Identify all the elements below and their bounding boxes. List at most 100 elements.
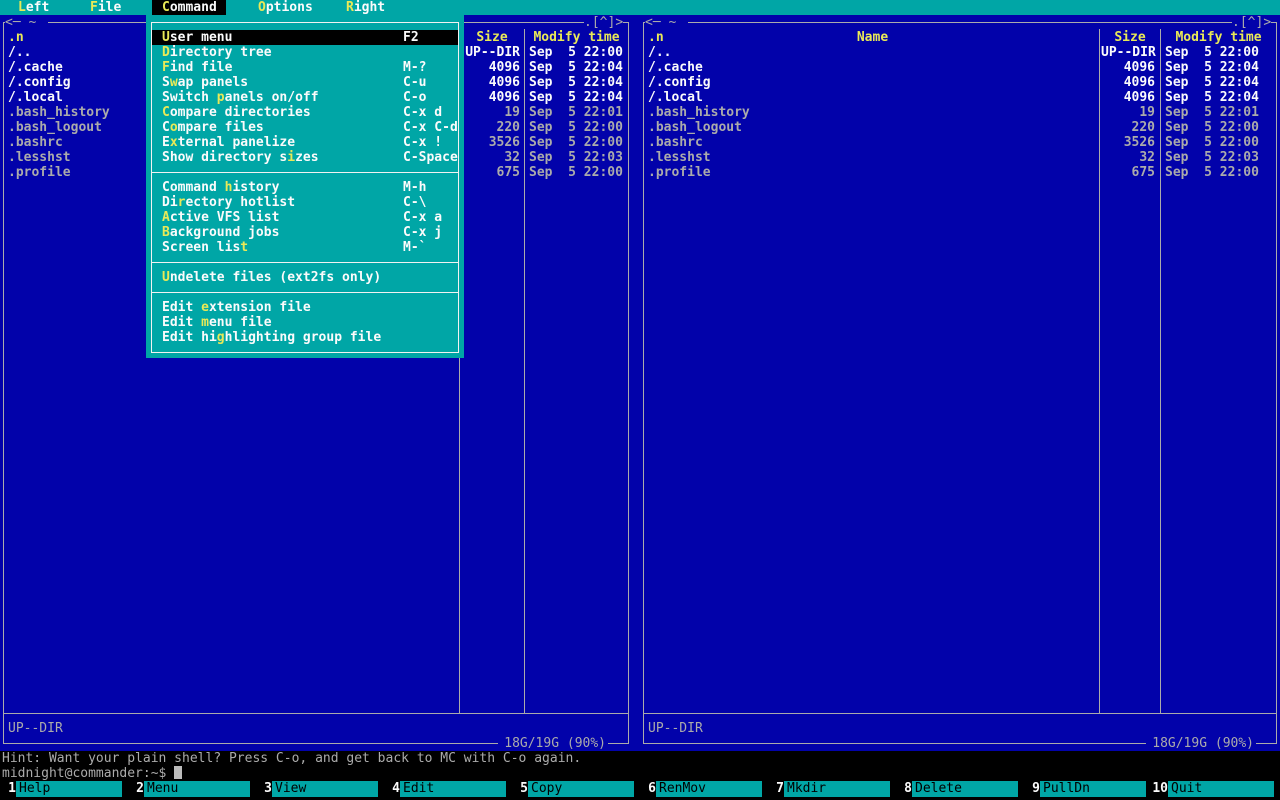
menubar-item-command[interactable]: Command xyxy=(162,0,217,15)
file-size: 32 xyxy=(1139,150,1155,165)
file-row-mtime: Sep 5 22:00 xyxy=(529,120,623,135)
menu-item-show-directory-sizes[interactable]: Show directory sizes xyxy=(162,150,319,165)
column-separator-size-mtime xyxy=(1160,29,1161,713)
file-size: UP--DIR xyxy=(1101,45,1156,60)
panel-mini-status: UP--DIR xyxy=(648,721,703,736)
panel-ministatus-separator xyxy=(644,713,1276,714)
column-header-size[interactable]: Size xyxy=(1100,30,1160,45)
menu-item-directory-hotlist[interactable]: Directory hotlist xyxy=(162,195,295,210)
file-name: .bash_logout xyxy=(648,120,742,135)
menu-shortcut-text: C-x d xyxy=(403,105,443,120)
menu-item-edit-menu-file[interactable]: Edit menu file xyxy=(162,315,272,330)
file-row-size: 4096 xyxy=(461,60,520,75)
file-row-name[interactable]: .bash_history xyxy=(648,105,1097,120)
file-mtime: Sep 5 22:00 xyxy=(529,120,623,135)
menubar-item-post: ile xyxy=(97,0,122,15)
menu-item-user-menu[interactable]: User menu xyxy=(162,30,232,45)
file-row-name[interactable]: .bashrc xyxy=(648,135,1097,150)
file-name: .lesshst xyxy=(8,150,71,165)
panel-path-area: <─ ~ xyxy=(5,15,49,30)
history-back-arrow-icon[interactable]: <─ xyxy=(5,15,28,30)
file-row-mtime: Sep 5 22:00 xyxy=(529,165,623,180)
right-file-panel: <─ ~ .[^]> .n Name Size Modify time/.. UP--DI… xyxy=(640,15,1280,751)
function-key-bar: 1 Help 2 Menu 3 View 4 Edit 5 Copy 6 RenMov 7 Mkdir 8 D… xyxy=(0,781,1280,797)
column-header-size[interactable]: Size xyxy=(460,30,524,45)
history-forward-arrow-icon[interactable]: > xyxy=(615,15,623,30)
fkey-button-delete[interactable]: Delete xyxy=(912,781,1018,797)
file-row-name[interactable]: /.config xyxy=(648,75,1097,90)
menu-item-command-history[interactable]: Command history xyxy=(162,180,279,195)
file-row-mtime: Sep 5 22:04 xyxy=(1165,90,1259,105)
menu-item-external-panelize[interactable]: External panelize xyxy=(162,135,295,150)
column-header-mtime[interactable]: Modify time xyxy=(1161,30,1276,45)
menu-item-post: ap panels xyxy=(177,75,249,90)
menu-item-post: ompare directories xyxy=(169,105,311,120)
menu-item-edit-extension-file[interactable]: Edit extension file xyxy=(162,300,311,315)
menu-item-post: irectory tree xyxy=(169,45,272,60)
menu-item-compare-files[interactable]: Compare files xyxy=(162,120,264,135)
menu-item-post: mpare files xyxy=(177,120,264,135)
up-directory-button[interactable]: [^] xyxy=(1240,15,1263,30)
menu-item-hotkey: U xyxy=(162,30,170,45)
file-row-mtime: Sep 5 22:00 xyxy=(1165,45,1259,60)
menu-item-swap-panels[interactable]: Swap panels xyxy=(162,75,248,90)
fkey-number-text: 10 xyxy=(1152,781,1168,796)
file-row-size: UP--DIR xyxy=(1101,45,1156,60)
menu-item-hotkey: o xyxy=(169,120,178,135)
file-row-name[interactable]: /.cache xyxy=(648,60,1097,75)
panel-corner-controls: .[^]> xyxy=(1232,15,1272,30)
history-back-arrow-icon[interactable]: <─ xyxy=(645,15,668,30)
column-header-mtime[interactable]: Modify time xyxy=(525,30,628,45)
menu-item-hotkey: x xyxy=(169,135,178,150)
menu-item-directory-tree[interactable]: Directory tree xyxy=(162,45,272,60)
menu-shortcut-text: C-x C-d xyxy=(403,120,458,135)
menubar-item-post: ptions xyxy=(265,0,313,15)
column-separator-size-mtime xyxy=(524,29,525,713)
menu-item-post: hlighting group file xyxy=(224,330,382,345)
fkey-button-quit[interactable]: Quit xyxy=(1168,781,1274,797)
fkey-number: 3 xyxy=(256,781,272,797)
menubar-item-right[interactable]: Right xyxy=(346,0,385,15)
column-header-name[interactable]: Name xyxy=(648,30,1097,45)
history-forward-arrow-icon[interactable]: > xyxy=(1263,15,1271,30)
shell-prompt-text: midnight@commander:~$ xyxy=(2,766,167,781)
fkey-button-view[interactable]: View xyxy=(272,781,378,797)
fkey-button-pulldn[interactable]: PullDn xyxy=(1040,781,1146,797)
file-name: /.. xyxy=(648,45,672,60)
file-row-name[interactable]: .bash_logout xyxy=(648,120,1097,135)
file-row-name[interactable]: .profile xyxy=(648,165,1097,180)
menubar-item-hotkey: C xyxy=(162,0,170,15)
up-directory-button[interactable]: [^] xyxy=(592,15,615,30)
corner-dot: . xyxy=(584,15,592,30)
fkey-button-edit[interactable]: Edit xyxy=(400,781,506,797)
menubar-item-options[interactable]: Options xyxy=(258,0,313,15)
menu-item-switch-panels-on-off[interactable]: Switch panels on/off xyxy=(162,90,319,105)
file-row-name[interactable]: /.. xyxy=(648,45,1097,60)
fkey-button-menu[interactable]: Menu xyxy=(144,781,250,797)
menu-group-separator xyxy=(152,292,459,293)
fkey-button-renmov[interactable]: RenMov xyxy=(656,781,762,797)
file-row-name[interactable]: /.local xyxy=(648,90,1097,105)
menu-item-undelete-files-ext2fs-only[interactable]: Undelete files (ext2fs only) xyxy=(162,270,381,285)
menu-item-shortcut: C-o xyxy=(403,90,426,105)
fkey-button-mkdir[interactable]: Mkdir xyxy=(784,781,890,797)
menu-item-find-file[interactable]: Find file xyxy=(162,60,232,75)
fkey-button-help[interactable]: Help xyxy=(16,781,122,797)
menubar-item-file[interactable]: File xyxy=(90,0,121,15)
fkey-button-copy[interactable]: Copy xyxy=(528,781,634,797)
menubar-item-left[interactable]: Left xyxy=(18,0,49,15)
panel-free-space: 18G/19G (90%) xyxy=(498,736,608,751)
shell-prompt-line[interactable]: midnight@commander:~$ xyxy=(2,766,183,781)
menu-item-screen-list[interactable]: Screen list xyxy=(162,240,248,255)
file-size: 675 xyxy=(496,165,520,180)
file-row-name[interactable]: .lesshst xyxy=(648,150,1097,165)
menu-bar: Left File Command Options Right xyxy=(0,0,1280,15)
fkey-number: 7 xyxy=(768,781,784,797)
file-name: .profile xyxy=(8,165,71,180)
menu-item-shortcut: C-x ! xyxy=(403,135,442,150)
menu-item-compare-directories[interactable]: Compare directories xyxy=(162,105,311,120)
menu-item-edit-highlighting-group-file[interactable]: Edit highlighting group file xyxy=(162,330,381,345)
menu-item-background-jobs[interactable]: Background jobs xyxy=(162,225,279,240)
menu-item-active-vfs-list[interactable]: Active VFS list xyxy=(162,210,279,225)
fkey-label: Mkdir xyxy=(787,781,827,796)
